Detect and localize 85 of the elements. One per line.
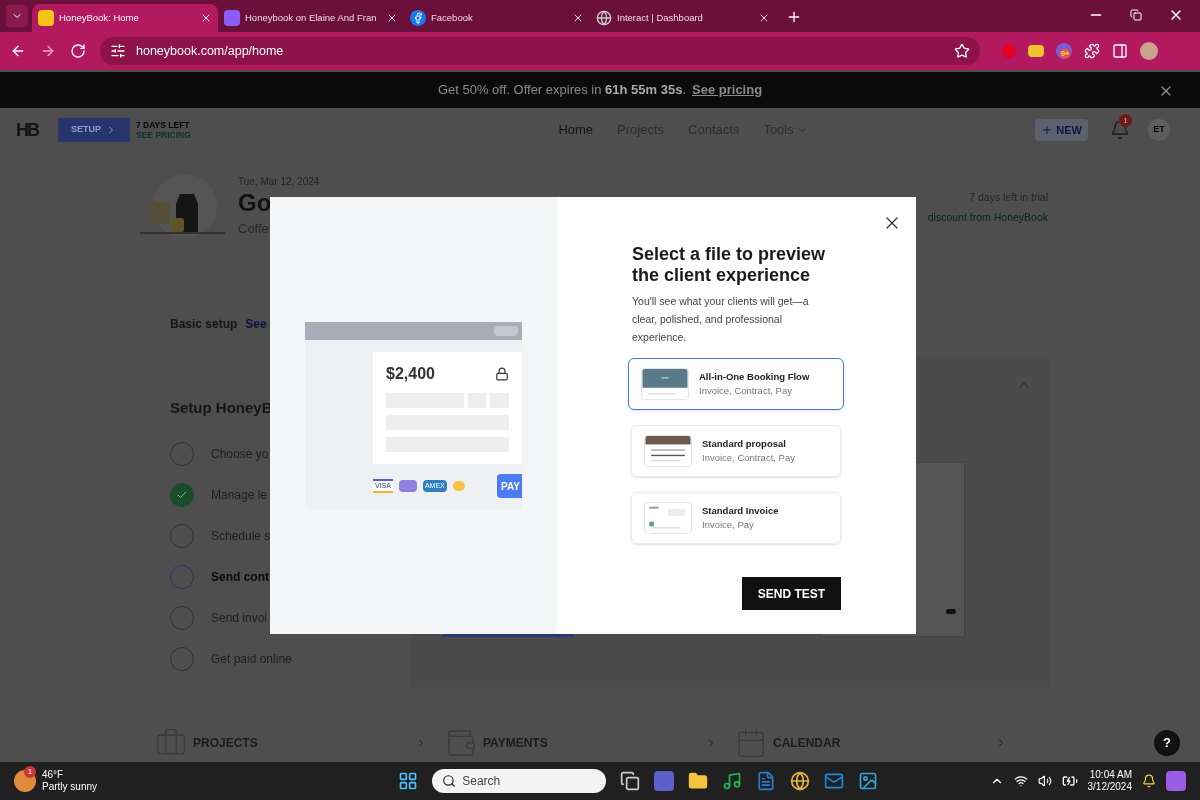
file-name: All-in-One Booking Flow [699, 370, 810, 384]
see-pricing-link[interactable]: SEE PRICING [136, 130, 191, 140]
new-tab-icon[interactable] [786, 9, 802, 25]
tab-search-button[interactable] [6, 5, 28, 27]
card-icon [452, 481, 465, 491]
bookmark-icon[interactable] [954, 43, 970, 59]
close-icon[interactable] [572, 12, 584, 24]
promo-text: Get 50% off. Offer expires in 61h 55m 35s. [437, 81, 687, 100]
file-option[interactable]: Standard proposal Invoice, Contract, Pay [631, 425, 841, 477]
notifications-icon[interactable] [1142, 774, 1156, 788]
wifi-icon[interactable] [1013, 774, 1028, 788]
new-button[interactable]: NEW [1035, 119, 1088, 141]
browser-tab[interactable]: Honeybook on Elaine And Fran [218, 4, 404, 32]
discount-link[interactable]: discount from HoneyBook [927, 209, 1048, 226]
greeting-heading: Go [238, 189, 273, 217]
notification-badge: 1 [1119, 114, 1132, 127]
setup-button[interactable]: SETUP [58, 118, 130, 142]
basic-setup-label: Basic setup [170, 316, 238, 333]
volume-icon[interactable] [1037, 774, 1052, 788]
site-settings-icon[interactable] [110, 43, 126, 59]
setup-heading: Setup HoneyB [170, 398, 274, 418]
close-icon[interactable] [386, 12, 398, 24]
extension-icon[interactable] [1028, 45, 1044, 57]
tab-title: Facebook [431, 10, 474, 25]
file-contents: Invoice, Contract, Pay [702, 451, 795, 465]
clock-date[interactable]: 3/12/2024 [1087, 781, 1132, 793]
file-thumbnail [641, 368, 689, 400]
plus-icon [1041, 124, 1054, 136]
close-icon[interactable] [200, 12, 212, 24]
reload-icon[interactable] [70, 43, 86, 59]
file-thumbnail [644, 502, 692, 534]
clock-time[interactable]: 10:04 AM [1089, 769, 1132, 781]
close-icon[interactable] [758, 12, 770, 24]
folder-icon[interactable] [688, 771, 709, 791]
search-placeholder: Search [462, 773, 501, 790]
logo[interactable]: HB [16, 116, 58, 144]
file-name: Standard Invoice [702, 504, 779, 518]
task-view-icon[interactable] [620, 771, 641, 791]
lock-icon [495, 367, 509, 381]
address-bar[interactable]: honeybook.com/app/home [100, 37, 980, 65]
restore-icon[interactable] [1130, 9, 1142, 21]
app-icon [224, 10, 240, 26]
side-panel-icon[interactable] [1112, 43, 1128, 59]
app-icon [38, 10, 54, 26]
file-contents: Invoice, Contract, Pay [699, 384, 793, 398]
gallery-icon[interactable] [858, 771, 879, 791]
url-text: honeybook.com/app/home [136, 42, 285, 60]
file-name: Standard proposal [702, 437, 787, 451]
file-option[interactable]: All-in-One Booking Flow Invoice, Contract, Pay [628, 358, 844, 410]
browser-tab[interactable]: HoneyBook: Home [32, 4, 218, 32]
file-option[interactable]: Standard Invoice Invoice, Pay [631, 492, 841, 544]
file-contents: Invoice, Pay [702, 518, 755, 532]
music-icon[interactable] [722, 771, 743, 791]
dialog-title: Select a file to preview the client experience [632, 244, 827, 286]
weather-badge: 1 [24, 766, 36, 778]
dialog-description: You'll see what your clients will get—a clear, polished, and professional experience. [632, 294, 810, 345]
tab-title: Interact | Dashboard [617, 10, 704, 25]
temperature-text: 46°F [42, 769, 65, 781]
trial-label: 7 DAYS LEFT [136, 120, 191, 130]
step-label[interactable]: Send cont [211, 567, 269, 586]
weather-text: Partly sunny [42, 781, 98, 793]
see-link[interactable]: See [245, 315, 267, 333]
browser-icon[interactable] [790, 771, 811, 791]
facebook-icon [410, 10, 426, 26]
search-icon [442, 774, 457, 788]
user-avatar[interactable]: ET [1148, 119, 1170, 141]
mail-icon[interactable] [824, 771, 845, 791]
back-icon[interactable] [10, 43, 26, 59]
tab-title: HoneyBook: Home [59, 10, 140, 25]
search-field[interactable]: Search [432, 769, 607, 793]
help-button[interactable]: ? [1154, 730, 1180, 756]
browser-tab[interactable]: Interact | Dashboard [590, 4, 776, 32]
globe-icon [596, 10, 612, 26]
nav-link[interactable]: Home [558, 120, 594, 140]
start-icon[interactable] [398, 771, 419, 791]
send-test-button[interactable]: SEND TEST [742, 577, 841, 610]
extensions-icon[interactable] [1084, 43, 1100, 59]
amount-text: $2,400 [386, 364, 435, 384]
tab-title: Honeybook on Elaine And Fran [245, 10, 378, 25]
browser-tab[interactable]: Facebook [404, 4, 590, 32]
forward-icon[interactable] [40, 43, 56, 59]
see-pricing-link[interactable]: See pricing [692, 80, 763, 100]
profile-avatar[interactable] [1140, 42, 1158, 60]
file-thumbnail [644, 435, 692, 467]
battery-icon[interactable] [1061, 773, 1078, 789]
